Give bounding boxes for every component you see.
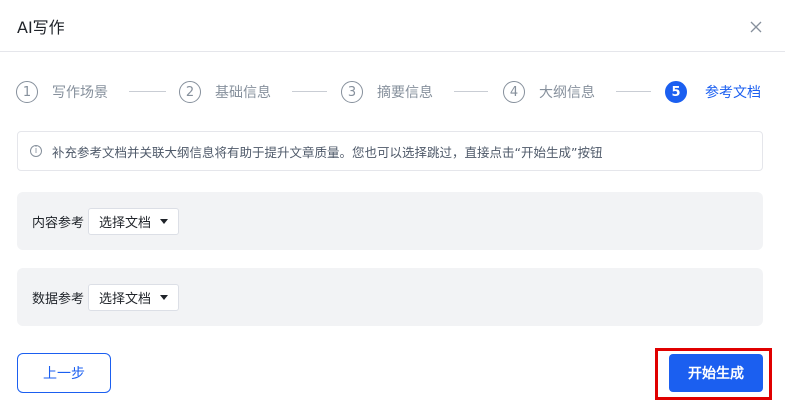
caret-down-icon (160, 218, 169, 224)
step-connector (129, 91, 166, 92)
content-reference-label: 内容参考 (32, 215, 85, 231)
step-5[interactable]: 5 参考文档 (665, 79, 761, 105)
step-3[interactable]: 3 摘要信息 (341, 79, 433, 105)
caret-down-icon (160, 294, 169, 300)
step-4[interactable]: 4 大纲信息 (503, 79, 595, 105)
tip-text: 补充参考文档并关联大纲信息将有助于提升文章质量。您也可以选择跳过，直接点击“开始… (52, 144, 603, 160)
previous-step-button[interactable]: 上一步 (17, 353, 111, 393)
start-generate-button[interactable]: 开始生成 (669, 354, 763, 392)
step-label: 写作场景 (52, 85, 108, 101)
data-reference-panel: 数据参考 选择文档 (17, 268, 763, 326)
step-label: 基础信息 (215, 85, 271, 101)
step-label: 摘要信息 (377, 85, 433, 101)
step-connector (616, 91, 651, 92)
step-number: 4 (503, 81, 525, 103)
dropdown-label: 选择文档 (99, 215, 152, 231)
info-tip: i 补充参考文档并关联大纲信息将有助于提升文章质量。您也可以选择跳过，直接点击“… (17, 131, 763, 171)
info-icon: i (30, 145, 42, 157)
step-number: 5 (665, 81, 687, 103)
step-connector (454, 91, 488, 92)
data-select-document-dropdown[interactable]: 选择文档 (88, 283, 180, 311)
step-label: 参考文档 (705, 85, 761, 101)
dialog-header: AI写作 (0, 0, 785, 52)
step-connector (292, 91, 327, 92)
dialog-title: AI写作 (17, 18, 65, 37)
content-reference-panel: 内容参考 选择文档 (17, 192, 763, 250)
stepper: 1 写作场景 2 基础信息 3 摘要信息 4 大纲信息 5 参考文档 (16, 79, 768, 105)
step-1[interactable]: 1 写作场景 (16, 79, 108, 105)
data-reference-label: 数据参考 (32, 291, 85, 307)
step-number: 1 (16, 81, 38, 103)
step-label: 大纲信息 (539, 85, 595, 101)
dropdown-label: 选择文档 (99, 291, 152, 307)
step-2[interactable]: 2 基础信息 (179, 79, 271, 105)
content-select-document-dropdown[interactable]: 选择文档 (88, 207, 180, 235)
step-number: 3 (341, 81, 363, 103)
close-icon[interactable] (749, 20, 763, 34)
step-number: 2 (179, 81, 201, 103)
